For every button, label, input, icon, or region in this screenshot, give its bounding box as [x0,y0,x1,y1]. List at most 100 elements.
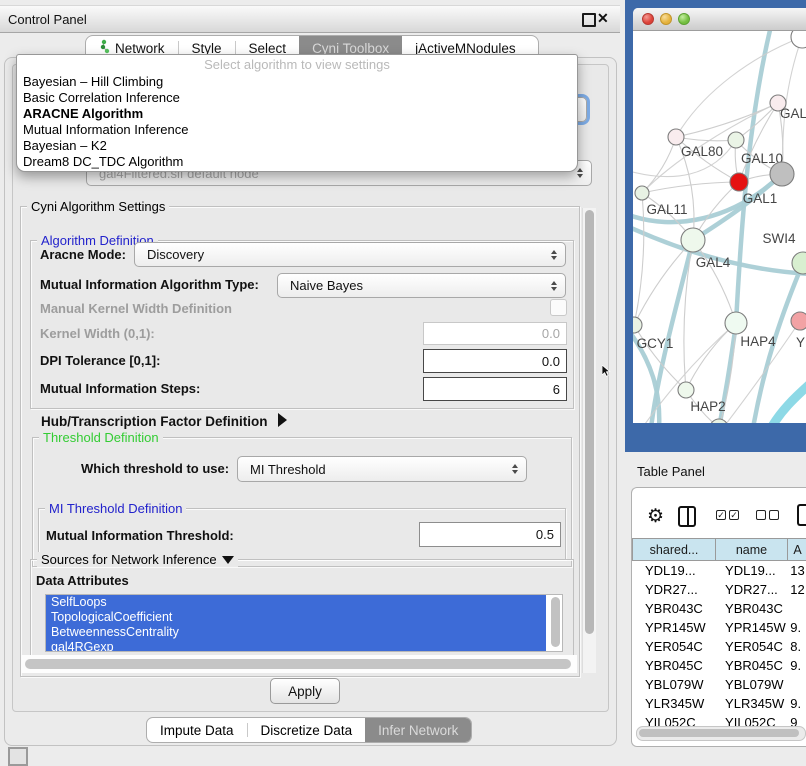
network-edge[interactable] [642,137,676,193]
table-panel-title: Table Panel [637,464,705,479]
mi-steps-field[interactable]: 6 [423,377,567,401]
kernel-width-field[interactable]: 0.0 [423,322,567,345]
combo-stepper-icon [577,168,583,178]
node-label: GCY1 [637,336,674,351]
table-cell: YLR345W [715,696,786,711]
column-header-2[interactable]: A [788,538,806,561]
data-attributes-label: Data Attributes [36,573,129,588]
network-canvas[interactable]: GALGAL80GAL10GAL1GAL11GAL4SWI4GCY1HAP4YH… [633,31,806,423]
table-row[interactable]: YIL052CYIL052C9 [632,713,806,726]
table-cell: YBL079W [632,677,715,692]
expand-arrow-icon[interactable] [278,413,287,427]
table-header: shared...nameA [632,538,806,561]
table-row[interactable]: YLR345WYLR345W9. [632,694,806,713]
manual-kernel-checkbox[interactable] [550,299,567,316]
table-row[interactable]: YBR043CYBR043C [632,599,806,618]
aracne-mode-combobox[interactable]: Discovery [134,242,566,267]
node-gray[interactable] [770,162,794,186]
tab-infer-network[interactable]: Infer Network [365,718,471,742]
table-row[interactable]: YER054CYER054C8. [632,637,806,656]
zoom-traffic-light-icon[interactable] [678,13,690,25]
dpi-tolerance-field[interactable]: 0.0 [423,349,567,373]
network-edge[interactable] [634,193,644,325]
columns-icon[interactable] [678,506,696,527]
table-cell: 13 [786,563,806,578]
table-cell: YER054C [715,639,786,654]
table-cell: YDL19... [715,563,786,578]
mi-type-label: Mutual Information Algorithm Type: [40,277,259,292]
mi-threshold-field[interactable]: 0.5 [419,522,561,547]
table-row[interactable]: YPR145WYPR145W9. [632,618,806,637]
list-item[interactable]: TopologicalCoefficient [46,610,546,625]
network-window[interactable]: GALGAL80GAL10GAL1GAL11GAL4SWI4GCY1HAP4YH… [633,8,806,423]
list-item[interactable]: SelfLoops [46,595,546,610]
minimized-panel-icon[interactable] [8,747,28,766]
apply-button[interactable]: Apply [270,678,340,704]
close-traffic-light-icon[interactable] [642,13,654,25]
list-item[interactable]: gal4RGexp [46,640,546,652]
control-panel-title: Control Panel [0,12,87,27]
settings-vertical-scrollbar[interactable] [582,208,596,673]
which-threshold-label: Which threshold to use: [81,461,229,476]
column-header-0[interactable]: shared... [632,538,716,561]
tab-impute-data[interactable]: Impute Data [147,718,247,742]
table-cell: YDR27... [715,582,786,597]
table-horizontal-scrollbar[interactable] [636,726,806,741]
which-threshold-combobox[interactable]: MI Threshold [237,456,527,482]
node-gal80[interactable] [668,129,684,145]
node-y[interactable] [791,312,806,330]
table-cell: YER054C [632,639,715,654]
table-cell: YBR043C [715,601,786,616]
mi-threshold-label: Mutual Information Threshold: [46,528,234,543]
node-nbot[interactable] [710,419,728,423]
node-gal11[interactable] [635,186,649,200]
node-hap4[interactable] [725,312,747,334]
table-row[interactable]: YDR27...YDR27...12 [632,580,806,599]
node-toparc[interactable] [791,31,806,48]
node-gcy1[interactable] [633,317,642,333]
collapse-arrow-icon[interactable] [222,556,234,564]
tab-discretize-data[interactable]: Discretize Data [248,718,366,742]
algorithm-option[interactable]: Mutual Information Inference [17,122,577,138]
combo-stepper-icon [551,281,557,291]
network-edge[interactable] [676,137,736,141]
node-gal4[interactable] [681,228,705,252]
algorithm-dropdown-popup: Select algorithm to view settings Bayesi… [16,54,578,172]
node-label: GAL11 [646,202,687,217]
deselect-all-rows-icon[interactable] [756,510,779,520]
table-cell: YIL052C [715,715,786,726]
minimize-traffic-light-icon[interactable] [660,13,672,25]
mi-type-combobox[interactable]: Naive Bayes [277,273,566,298]
table-cell: YBL079W [715,677,786,692]
node-label: GAL1 [743,191,778,206]
network-edge[interactable] [676,37,802,137]
float-window-icon[interactable] [582,13,596,27]
table-row[interactable]: YBL079WYBL079W [632,675,806,694]
table-row[interactable]: YBR045CYBR045C9. [632,656,806,675]
column-header-1[interactable]: name [716,538,788,561]
close-icon[interactable]: ✕ [597,9,609,27]
table-cell: YPR145W [715,620,786,635]
node-label: GAL4 [696,255,731,270]
node-gal1[interactable] [730,173,748,191]
list-scrollbar[interactable] [551,597,560,647]
node-hap2[interactable] [678,382,694,398]
select-all-rows-icon[interactable]: ✓✓ [716,510,739,520]
network-edge[interactable] [676,103,778,137]
table-row[interactable]: YDL19...YDL19...13 [632,561,806,580]
data-attributes-list[interactable]: SelfLoopsTopologicalCoefficientBetweenne… [45,594,563,652]
network-edge[interactable] [771,383,806,423]
node-label: HAP4 [740,334,776,349]
mi-steps-label: Mutual Information Steps: [40,381,200,396]
algorithm-option[interactable]: Dream8 DC_TDC Algorithm [17,154,577,170]
document-icon[interactable] [797,504,806,526]
settings-horizontal-scrollbar[interactable] [21,655,577,673]
algorithm-option[interactable]: Bayesian – K2 [17,138,577,154]
node-gal10[interactable] [728,132,744,148]
node-label: HAP2 [690,399,725,414]
algorithm-option[interactable]: ARACNE Algorithm [17,106,577,122]
gear-icon[interactable]: ⚙ [647,505,664,528]
algorithm-option[interactable]: Basic Correlation Inference [17,90,577,106]
algorithm-option[interactable]: Bayesian – Hill Climbing [17,74,577,90]
list-item[interactable]: BetweennessCentrality [46,625,546,640]
